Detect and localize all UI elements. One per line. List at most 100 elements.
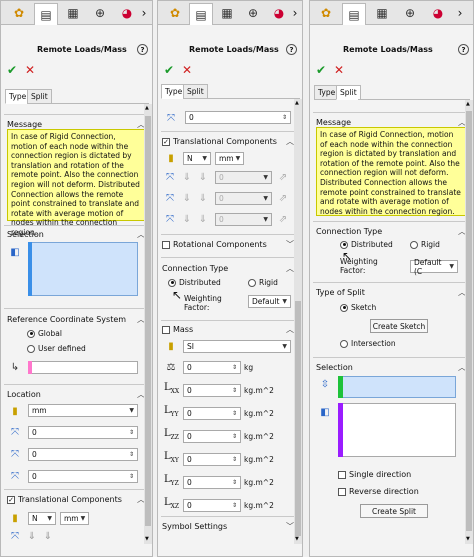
split-entity-box[interactable] bbox=[338, 376, 456, 398]
inertia-lxz-field[interactable]: 0 ⇕ bbox=[183, 499, 241, 512]
cancel-x-icon[interactable]: ✕ bbox=[182, 63, 192, 77]
force-unit-select[interactable]: N ▼ bbox=[183, 152, 211, 165]
inertia-lyz-icon: LYZ bbox=[164, 474, 179, 487]
property-manager-tab[interactable]: ▤ bbox=[189, 3, 213, 25]
configuration-manager-tab[interactable]: ▦ bbox=[215, 3, 239, 23]
coordinate-system-field[interactable] bbox=[28, 361, 138, 374]
inertia-lxx-field[interactable]: 0 ⇕ bbox=[183, 384, 241, 397]
radio-rigid[interactable]: Rigid bbox=[248, 278, 278, 287]
rcs-header: Reference Coordinate System bbox=[7, 315, 127, 324]
radio-distributed[interactable]: Distributed bbox=[168, 278, 221, 287]
scroll-up-icon[interactable]: ▲ bbox=[145, 105, 149, 111]
help-icon[interactable]: ? bbox=[137, 44, 148, 55]
mass-unit-system-select[interactable]: SI ▼ bbox=[183, 340, 291, 353]
force-x-field[interactable]: 0 ▼ bbox=[215, 171, 272, 184]
more-tabs-icon[interactable]: › bbox=[137, 3, 151, 23]
split-entity-icon: ⇳ bbox=[320, 378, 330, 390]
collapse-chevron-icon[interactable]: ︿ bbox=[286, 136, 294, 147]
location-z-spin[interactable]: 0 ⇕ bbox=[28, 470, 138, 483]
scroll-up-icon[interactable]: ▲ bbox=[466, 101, 470, 107]
force-reverse-icon: ⇓ bbox=[198, 192, 208, 204]
single-direction-checkbox[interactable]: Single direction bbox=[338, 470, 411, 479]
tab-split[interactable]: Split bbox=[183, 84, 208, 99]
feature-manager-tab[interactable]: ✿ bbox=[314, 3, 338, 23]
ok-check-icon[interactable]: ✔ bbox=[164, 63, 174, 77]
inertia-lxx-icon: LXX bbox=[164, 382, 180, 395]
expand-chevron-icon[interactable]: ﹀ bbox=[286, 239, 294, 250]
scrollbar-thumb[interactable] bbox=[295, 301, 301, 536]
mass-field[interactable]: 0 ⇕ bbox=[183, 361, 241, 374]
location-unit-select[interactable]: mm ▼ bbox=[28, 404, 138, 417]
weighting-factor-select[interactable]: Default (C ▼ bbox=[410, 258, 458, 276]
display-manager-tab[interactable]: ◕ bbox=[267, 3, 291, 23]
force-z-field[interactable]: 0 ▼ bbox=[215, 213, 272, 226]
help-icon[interactable]: ? bbox=[458, 44, 469, 55]
inertia-lxy-field[interactable]: 0 ⇕ bbox=[183, 453, 241, 466]
scrollbar-thumb[interactable] bbox=[145, 116, 151, 526]
ok-check-icon[interactable]: ✔ bbox=[7, 63, 17, 77]
location-x-spin[interactable]: 0 ⇕ bbox=[28, 426, 138, 439]
help-icon[interactable]: ? bbox=[286, 44, 297, 55]
length-unit-select[interactable]: mm ▼ bbox=[215, 152, 244, 165]
faces-selection-box[interactable] bbox=[338, 403, 456, 457]
force-unit-select[interactable]: N ▼ bbox=[28, 512, 56, 525]
feature-manager-tab[interactable]: ✿ bbox=[7, 3, 31, 23]
translational-components-checkbox[interactable]: ✓ Translational Components bbox=[7, 495, 122, 504]
radio-user-defined[interactable]: User defined bbox=[27, 344, 86, 353]
collapse-chevron-icon[interactable]: ︿ bbox=[286, 263, 294, 274]
spin-arrows-icon: ⇕ bbox=[128, 473, 134, 480]
length-unit-select[interactable]: mm ▼ bbox=[60, 512, 89, 525]
rotational-components-checkbox[interactable]: Rotational Components bbox=[162, 240, 267, 249]
property-manager-tab[interactable]: ▤ bbox=[342, 3, 366, 25]
selection-list-box[interactable] bbox=[28, 242, 138, 296]
location-y-spin[interactable]: 0 ⇕ bbox=[28, 448, 138, 461]
translational-components-checkbox[interactable]: ✓ Translational Components bbox=[162, 137, 277, 146]
mass-checkbox[interactable]: Mass bbox=[162, 325, 193, 334]
feature-manager-tab[interactable]: ✿ bbox=[163, 3, 187, 23]
collapse-chevron-icon[interactable]: ︿ bbox=[286, 324, 294, 335]
radio-distributed[interactable]: Distributed bbox=[340, 240, 393, 249]
scroll-up-icon[interactable]: ▲ bbox=[295, 100, 299, 106]
top-value-spin[interactable]: 0 ⇕ bbox=[185, 111, 291, 124]
force-y-field[interactable]: 0 ▼ bbox=[215, 192, 272, 205]
weighting-factor-select[interactable]: Default ▼ bbox=[248, 295, 291, 308]
inertia-lxx-value: 0 bbox=[187, 386, 192, 395]
weighting-factor-value: Default bbox=[252, 297, 280, 306]
radio-global[interactable]: Global bbox=[27, 329, 62, 338]
z-axis-icon: ⤧ bbox=[167, 112, 175, 124]
inertia-lzz-field[interactable]: 0 ⇕ bbox=[183, 430, 241, 443]
inertia-lyz-field[interactable]: 0 ⇕ bbox=[183, 476, 241, 489]
radio-sketch-dot bbox=[340, 303, 348, 312]
inertia-lyy-field[interactable]: 0 ⇕ bbox=[183, 407, 241, 420]
more-tabs-icon[interactable]: › bbox=[289, 3, 301, 23]
more-tabs-icon[interactable]: › bbox=[452, 3, 468, 23]
reverse-direction-checkbox[interactable]: Reverse direction bbox=[338, 487, 419, 496]
scroll-down-icon[interactable]: ▼ bbox=[145, 536, 149, 542]
display-manager-tab[interactable]: ◕ bbox=[115, 3, 139, 23]
tab-split[interactable]: Split bbox=[336, 85, 361, 100]
faces-color-bar bbox=[338, 403, 343, 457]
property-manager-tab[interactable]: ▤ bbox=[34, 3, 58, 25]
scroll-down-icon[interactable]: ▼ bbox=[295, 536, 299, 542]
chevron-down-icon: ▼ bbox=[202, 155, 207, 162]
dimxpert-tab[interactable]: ⊕ bbox=[241, 3, 265, 23]
cancel-x-icon[interactable]: ✕ bbox=[334, 63, 344, 77]
configuration-manager-tab[interactable]: ▦ bbox=[370, 3, 394, 23]
radio-intersection[interactable]: Intersection bbox=[340, 339, 396, 348]
force-reverse-icon: ⇓ bbox=[198, 171, 208, 183]
display-manager-tab[interactable]: ◕ bbox=[426, 3, 450, 23]
dimxpert-tab[interactable]: ⊕ bbox=[88, 3, 112, 23]
ok-check-icon[interactable]: ✔ bbox=[316, 63, 326, 77]
create-sketch-button[interactable]: Create Sketch bbox=[370, 319, 428, 333]
scroll-down-icon[interactable]: ▼ bbox=[466, 536, 470, 542]
tab-split[interactable]: Split bbox=[27, 89, 52, 104]
dimxpert-tab[interactable]: ⊕ bbox=[398, 3, 422, 23]
cancel-x-icon[interactable]: ✕ bbox=[25, 63, 35, 77]
scrollbar-thumb[interactable] bbox=[466, 111, 472, 531]
radio-sketch[interactable]: Sketch bbox=[340, 303, 376, 312]
expand-chevron-icon[interactable]: ﹀ bbox=[286, 521, 294, 532]
create-split-button[interactable]: Create Split bbox=[360, 504, 428, 518]
radio-user-defined-label: User defined bbox=[38, 344, 86, 353]
configuration-manager-tab[interactable]: ▦ bbox=[61, 3, 85, 23]
radio-rigid[interactable]: Rigid bbox=[410, 240, 440, 249]
